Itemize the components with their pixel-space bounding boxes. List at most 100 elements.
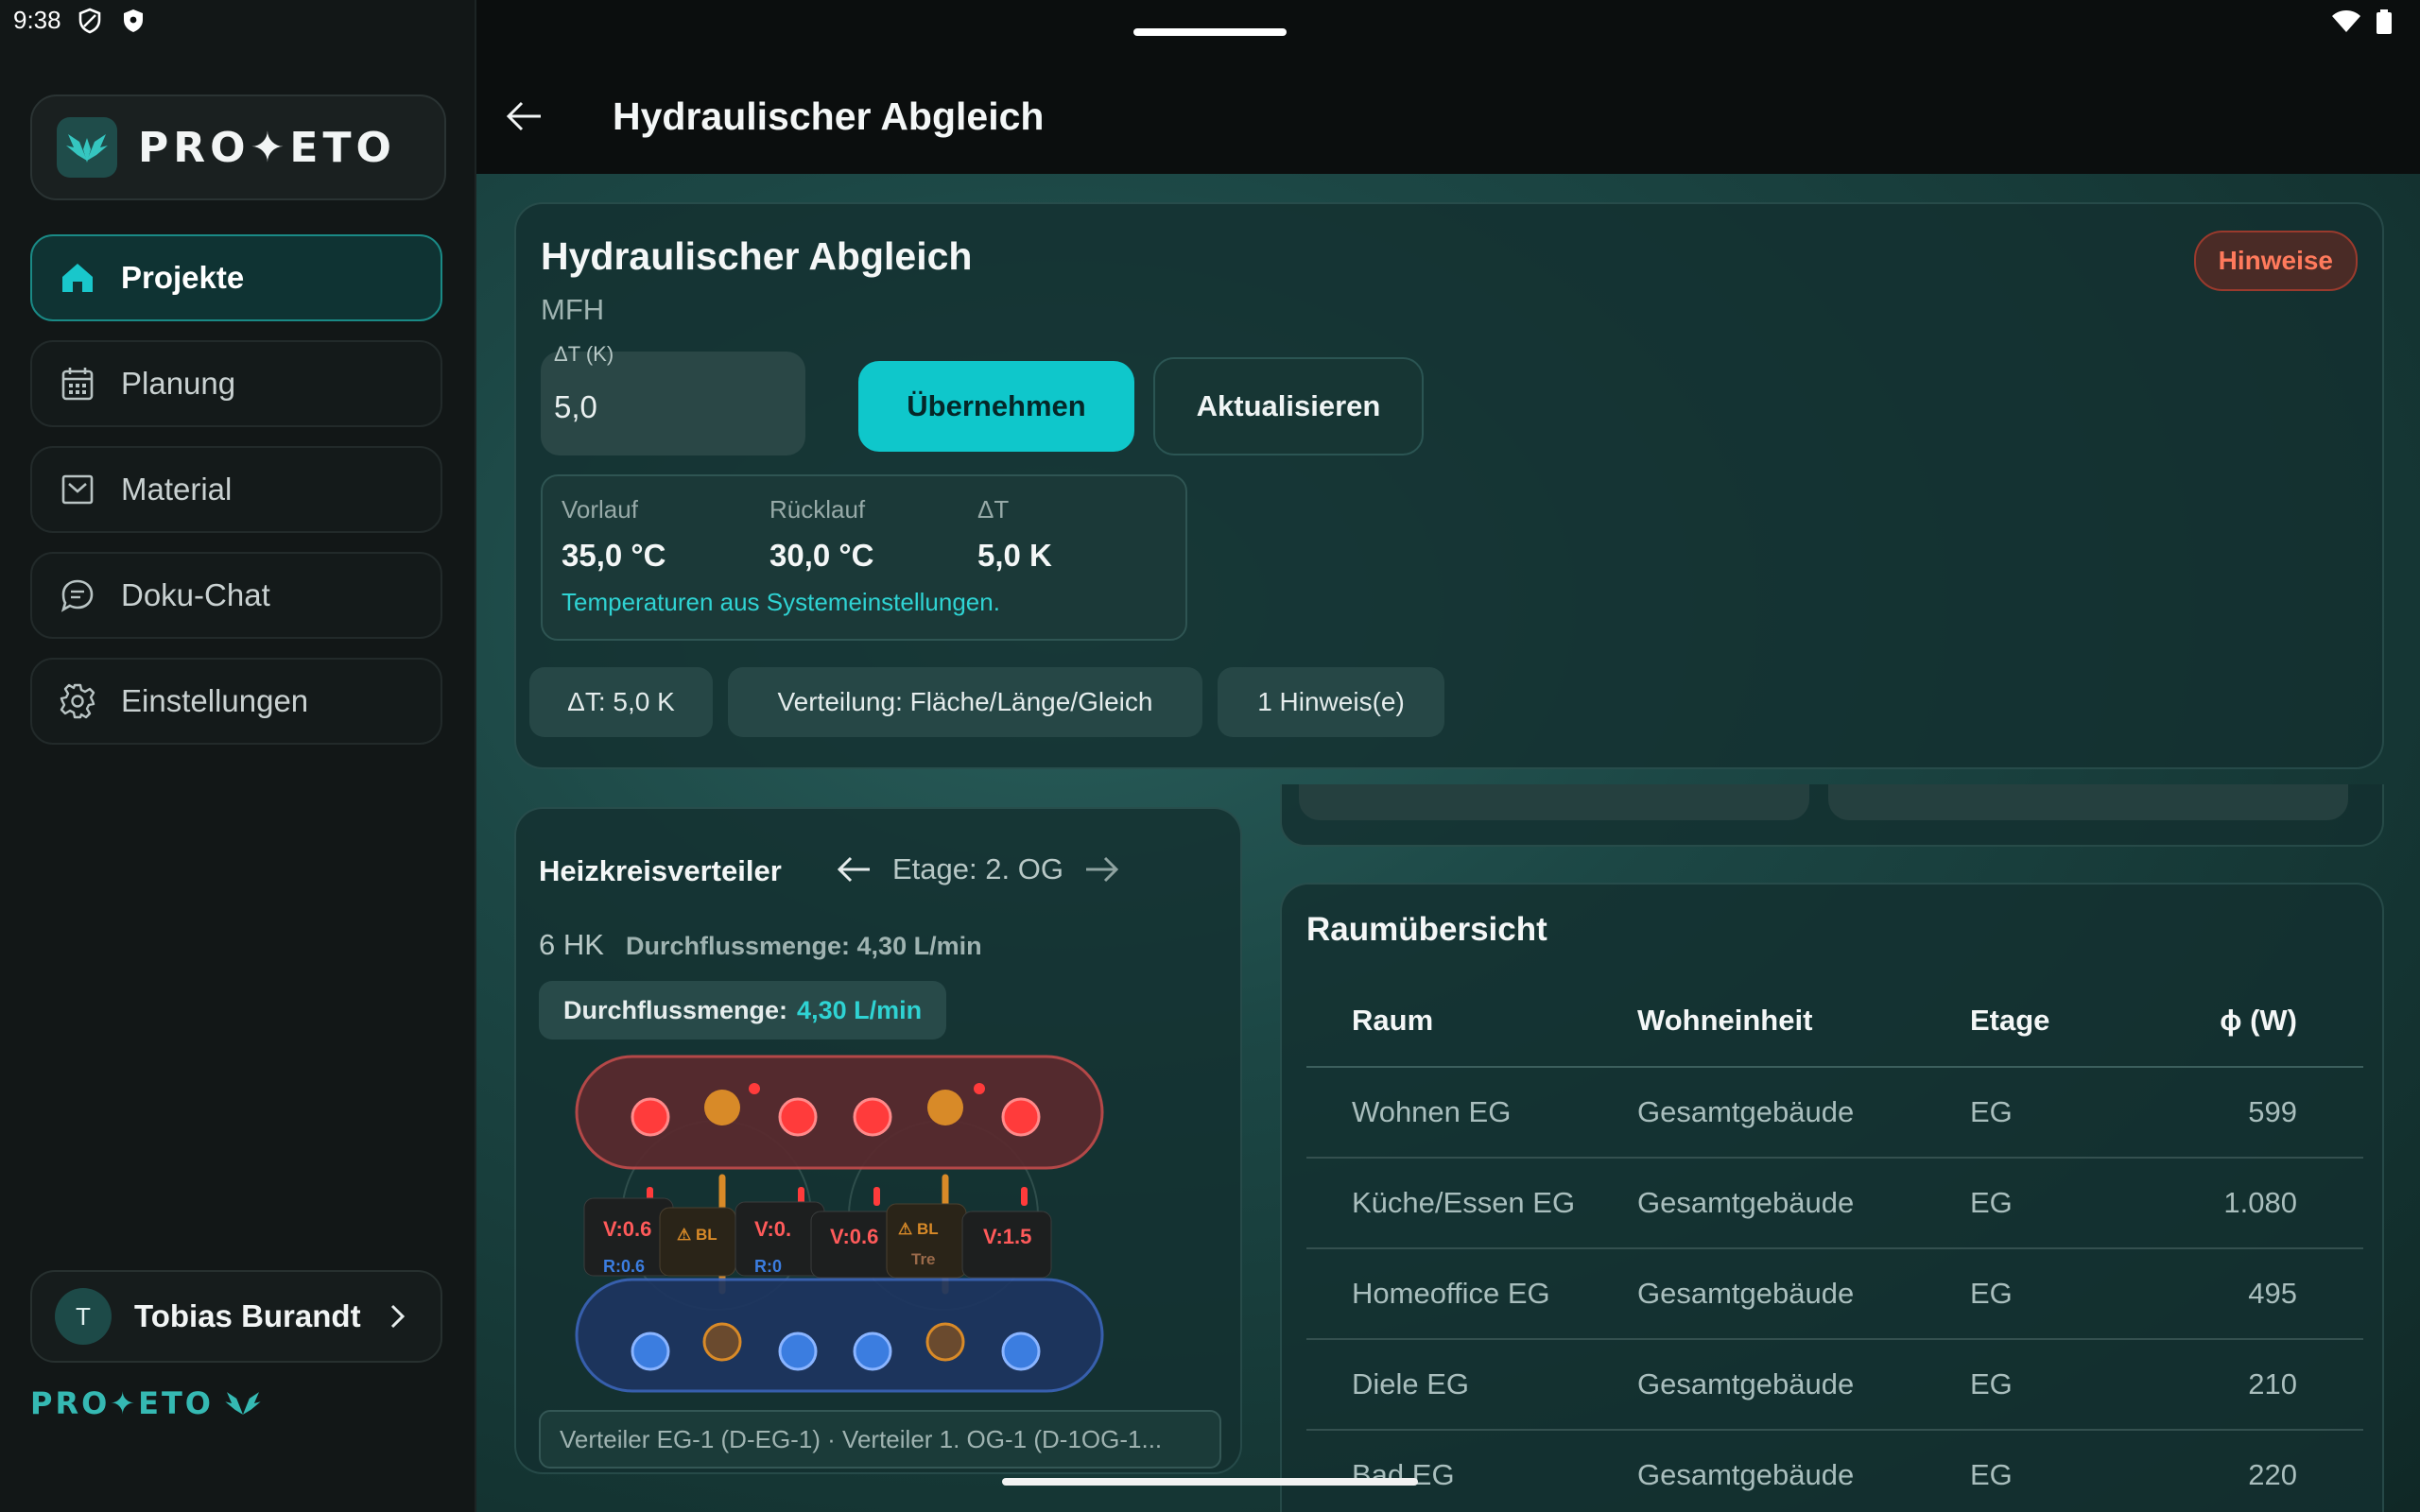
collapsed-card-field <box>1828 784 2348 820</box>
logo-wings-icon <box>225 1392 261 1415</box>
sidebar-item-label: Projekte <box>121 260 245 295</box>
summary-subtitle: MFH <box>541 293 605 326</box>
column-header-heat-load[interactable]: ϕ (W) <box>2159 1004 2297 1038</box>
logo-wordmark: PRO✦ETO <box>138 123 396 172</box>
collapsed-card <box>1280 784 2384 847</box>
battery-icon <box>2377 9 2392 34</box>
arrow-right-icon[interactable] <box>1084 855 1120 884</box>
sidebar-item-label: Material <box>121 472 233 507</box>
chevron-right-icon <box>390 1304 406 1329</box>
user-profile-button[interactable]: T Tobias Burandt <box>30 1270 442 1363</box>
back-arrow-icon[interactable] <box>505 100 543 132</box>
svg-text:R:0.6: R:0.6 <box>603 1257 645 1276</box>
sidebar-item-doku-chat[interactable]: Doku-Chat <box>30 552 442 639</box>
security-icon <box>124 9 143 32</box>
cell-wohneinheit: Gesamtgebäude <box>1637 1186 1855 1219</box>
cell-heat-load: 599 <box>2248 1095 2297 1128</box>
floor-label: Etage: 2. OG <box>892 852 1063 885</box>
arrow-left-icon[interactable] <box>836 855 872 884</box>
cell-wohneinheit: Gesamtgebäude <box>1637 1458 1855 1491</box>
svg-text:R:0: R:0 <box>754 1257 782 1276</box>
cell-heat-load: 220 <box>2248 1458 2297 1491</box>
vorlauf-value: 35,0 °C <box>562 538 666 573</box>
distributor-title: Heizkreisverteiler <box>539 854 782 887</box>
distributor-list[interactable]: Verteiler EG-1 (D-EG-1) · Verteiler 1. O… <box>539 1410 1221 1469</box>
cell-wohneinheit: Gesamtgebäude <box>1637 1095 1855 1128</box>
column-header-raum[interactable]: Raum <box>1306 1004 1637 1038</box>
flow-rate-badge-label: Durchflussmenge: <box>563 995 788 1024</box>
summary-card: Hydraulischer Abgleich MFH Hinweise ΔT (… <box>514 202 2384 769</box>
gesture-handle-top <box>1133 28 1287 36</box>
status-bar: 9:38 <box>0 0 2420 45</box>
table-row[interactable]: Homeoffice EG Gesamtgebäude EG 495 <box>1306 1249 2363 1340</box>
room-table: Raum Wohneinheit Etage ϕ (W) Wohnen EG G… <box>1306 975 2363 1512</box>
temperature-source-note: Temperaturen aus Systemeinstellungen. <box>562 588 1000 616</box>
circuit-tag-1: V:0.6 <box>603 1217 651 1241</box>
cell-etage: EG <box>1970 1277 2013 1310</box>
sidebar: PRO✦ETO Projekte Planung Material Doku-C… <box>0 0 476 1512</box>
cell-etage: EG <box>1970 1095 2013 1128</box>
gear-icon <box>59 682 96 720</box>
temperature-panel: Vorlauf 35,0 °C Rücklauf 30,0 °C ΔT 5,0 … <box>541 474 1187 641</box>
room-overview-title: Raumübersicht <box>1306 911 1547 948</box>
table-row[interactable]: Diele EG Gesamtgebäude EG 210 <box>1306 1340 2363 1431</box>
svg-text:⚠ BL: ⚠ BL <box>898 1220 939 1238</box>
delta-t-input[interactable]: 5,0 <box>554 389 597 425</box>
cell-etage: EG <box>1970 1367 2013 1400</box>
delta-t-label: ΔT (K) <box>554 342 614 366</box>
table-row[interactable]: Küche/Essen EG Gesamtgebäude EG 1.080 <box>1306 1159 2363 1249</box>
delta-t-temp-label: ΔT <box>977 495 1010 524</box>
table-row[interactable]: Wohnen EG Gesamtgebäude EG 599 <box>1306 1068 2363 1159</box>
sidebar-item-planung[interactable]: Planung <box>30 340 442 427</box>
chat-icon <box>59 576 96 614</box>
flow-rate-text: Durchflussmenge: 4,30 L/min <box>626 932 982 960</box>
ruecklauf-label: Rücklauf <box>769 495 866 524</box>
flow-rate-badge-value: 4,30 L/min <box>797 995 923 1024</box>
cell-etage: EG <box>1970 1458 2013 1491</box>
distributor-card: Heizkreisverteiler Etage: 2. OG 6 HK Dur… <box>514 807 1242 1474</box>
sidebar-item-label: Einstellungen <box>121 683 309 718</box>
delta-t-temp-value: 5,0 K <box>977 538 1052 573</box>
sidebar-item-label: Planung <box>121 366 236 401</box>
circuit-tag-2: V:0. <box>754 1217 791 1241</box>
svg-text:Tre: Tre <box>911 1250 936 1268</box>
column-header-etage[interactable]: Etage <box>1970 1004 2159 1038</box>
cell-wohneinheit: Gesamtgebäude <box>1637 1367 1855 1400</box>
gesture-handle-bottom <box>1002 1478 1418 1486</box>
ruecklauf-value: 30,0 °C <box>769 538 874 573</box>
logo-emblem-icon <box>57 117 117 178</box>
warning-icon: ⚠ BL <box>677 1226 717 1244</box>
cell-raum: Wohnen EG <box>1352 1095 1512 1128</box>
collapsed-card-field <box>1299 784 1809 820</box>
cell-wohneinheit: Gesamtgebäude <box>1637 1277 1855 1310</box>
refresh-button[interactable]: Aktualisieren <box>1153 357 1424 455</box>
circuit-tag-3: V:0.6 <box>830 1225 878 1248</box>
page-title: Hydraulischer Abgleich <box>613 94 1045 138</box>
sidebar-item-material[interactable]: Material <box>30 446 442 533</box>
footer-logo: PRO✦ETO <box>30 1385 265 1421</box>
hints-button[interactable]: Hinweise <box>2193 231 2358 291</box>
circuit-tag-4: V:1.5 <box>983 1225 1031 1248</box>
clock: 9:38 <box>13 6 61 34</box>
app-logo[interactable]: PRO✦ETO <box>30 94 446 200</box>
circuit-count: 6 HK <box>539 928 604 961</box>
cell-heat-load: 1.080 <box>2223 1186 2297 1219</box>
summary-title: Hydraulischer Abgleich <box>541 234 973 278</box>
vorlauf-label: Vorlauf <box>562 495 638 524</box>
manifold-diagram[interactable]: V:0.6 ⚠ BL V:0. V:0.6 ⚠ BL Tre V:1.5 R:0… <box>575 1055 1104 1414</box>
main-content: Hydraulischer Abgleich Hydraulischer Abg… <box>476 0 2420 1512</box>
cell-raum: Homeoffice EG <box>1352 1277 1550 1310</box>
column-header-wohneinheit[interactable]: Wohneinheit <box>1637 1004 1970 1038</box>
cell-raum: Küche/Essen EG <box>1352 1186 1576 1219</box>
apply-button[interactable]: Übernehmen <box>858 361 1134 452</box>
user-name: Tobias Burandt <box>134 1298 361 1333</box>
chip-distribution[interactable]: Verteilung: Fläche/Länge/Gleich <box>728 667 1202 737</box>
chip-delta-t[interactable]: ΔT: 5,0 K <box>529 667 713 737</box>
sidebar-item-projekte[interactable]: Projekte <box>30 234 442 321</box>
chip-hints[interactable]: 1 Hinweis(e) <box>1218 667 1444 737</box>
table-row[interactable]: Bad EG Gesamtgebäude EG 220 <box>1306 1431 2363 1512</box>
table-header: Raum Wohneinheit Etage ϕ (W) <box>1306 975 2363 1068</box>
avatar: T <box>55 1288 112 1345</box>
sidebar-item-einstellungen[interactable]: Einstellungen <box>30 658 442 745</box>
cell-heat-load: 210 <box>2248 1367 2297 1400</box>
